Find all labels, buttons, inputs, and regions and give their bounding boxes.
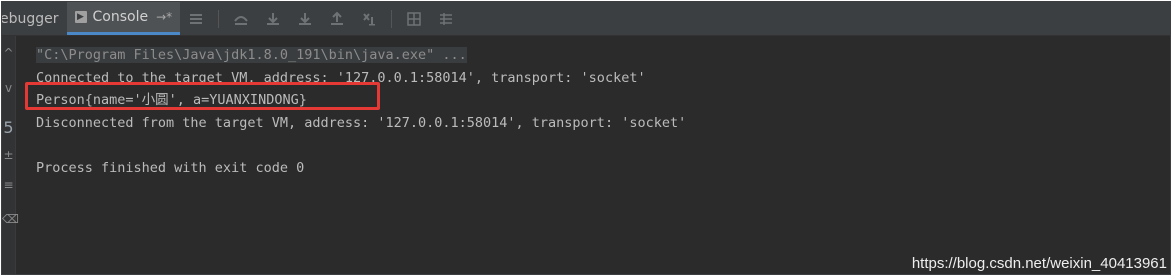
tab-console-label: Console bbox=[92, 9, 149, 25]
console-line: Disconnected from the target VM, address… bbox=[36, 114, 687, 131]
toolbar-divider bbox=[391, 9, 393, 28]
run-to-cursor-icon[interactable] bbox=[358, 8, 380, 30]
console-line: Process finished with exit code 0 bbox=[36, 159, 305, 176]
step-over-icon[interactable] bbox=[230, 8, 252, 30]
console-line: "C:\Program Files\Java\jdk1.8.0_191\bin\… bbox=[36, 44, 1170, 67]
menu-icon[interactable] bbox=[185, 8, 207, 30]
trace-icon[interactable] bbox=[435, 8, 457, 30]
highlight-annotation-box bbox=[25, 82, 380, 110]
tab-console[interactable]: ▶ Console →* bbox=[66, 2, 181, 35]
evaluate-icon[interactable] bbox=[403, 8, 425, 30]
step-into-icon[interactable] bbox=[262, 8, 284, 30]
print-icon[interactable]: ≡ bbox=[2, 178, 15, 192]
chevron-down-icon[interactable]: v bbox=[2, 81, 15, 95]
toolbar-divider bbox=[218, 9, 220, 28]
debug-console-window: ebugger ▶ Console →* ^ v 5 ± ≡ ⌫ "C:\Pro… bbox=[1, 1, 1171, 275]
left-gutter: ^ v 5 ± ≡ ⌫ bbox=[2, 36, 19, 274]
debug-toolbar: ebugger ▶ Console →* bbox=[2, 2, 1170, 36]
chevron-up-icon[interactable]: ^ bbox=[2, 46, 15, 60]
force-step-into-icon[interactable] bbox=[294, 8, 316, 30]
tab-debugger-label: ebugger bbox=[1, 10, 59, 27]
console-line-text: "C:\Program Files\Java\jdk1.8.0_191\bin\… bbox=[36, 47, 467, 63]
console-icon: ▶ bbox=[74, 11, 87, 23]
clear-icon[interactable]: ⌫ bbox=[2, 212, 19, 226]
step-out-icon[interactable] bbox=[326, 8, 348, 30]
pin-icon[interactable]: →* bbox=[156, 10, 172, 24]
console-output: "C:\Program Files\Java\jdk1.8.0_191\bin\… bbox=[36, 44, 1170, 179]
soft-wrap-icon[interactable]: 5 bbox=[2, 118, 15, 137]
scroll-to-end-icon[interactable]: ± bbox=[2, 148, 15, 162]
watermark: https://blog.csdn.net/weixin_40413961 bbox=[911, 255, 1167, 272]
tab-debugger[interactable]: ebugger bbox=[1, 2, 67, 35]
